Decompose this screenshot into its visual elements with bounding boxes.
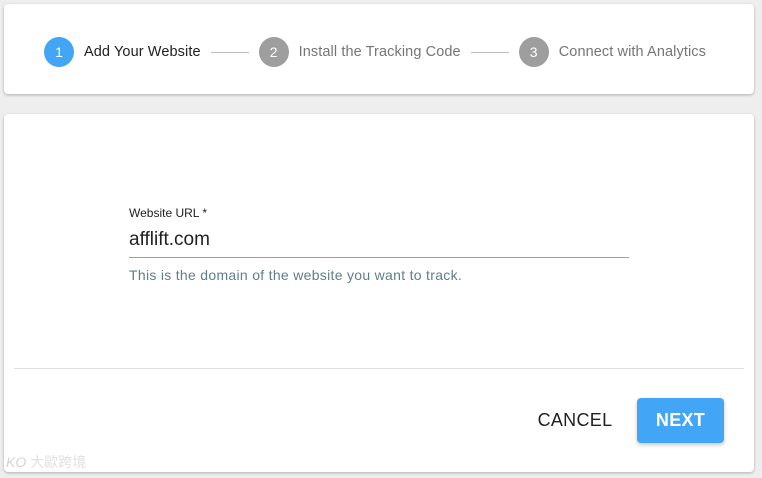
step-number-3: 3 [518, 37, 549, 67]
actions-divider [14, 368, 744, 369]
watermark-logo: KO [6, 454, 27, 470]
next-button[interactable]: NEXT [637, 398, 724, 443]
step-install-tracking[interactable]: 2 Install the Tracking Code [258, 37, 461, 67]
step-connector [210, 51, 249, 53]
watermark: KO 大歐跨境 [6, 452, 86, 472]
step-connect-analytics[interactable]: 3 Connect with Analytics [518, 37, 706, 67]
step-add-website[interactable]: 1 Add Your Website [44, 37, 201, 67]
website-url-helper-text: This is the domain of the website you wa… [129, 267, 463, 283]
step-connector [470, 51, 509, 53]
step-number-1: 1 [44, 37, 74, 67]
step-label-add-website: Add Your Website [84, 44, 201, 60]
stepper: 1 Add Your Website 2 Install the Trackin… [44, 36, 706, 68]
watermark-text: 大歐跨境 [30, 454, 87, 470]
website-url-label: Website URL * [129, 206, 208, 220]
website-url-input[interactable] [129, 221, 629, 258]
step-label-install-tracking: Install the Tracking Code [298, 44, 461, 60]
stepper-card: 1 Add Your Website 2 Install the Trackin… [4, 4, 754, 94]
step-number-2: 2 [258, 37, 289, 67]
website-url-field: Website URL * This is the domain of the … [129, 206, 629, 283]
cancel-button[interactable]: CANCEL [526, 398, 624, 442]
website-form-card: Website URL * This is the domain of the … [4, 114, 754, 472]
step-label-connect-analytics: Connect with Analytics [558, 44, 706, 60]
